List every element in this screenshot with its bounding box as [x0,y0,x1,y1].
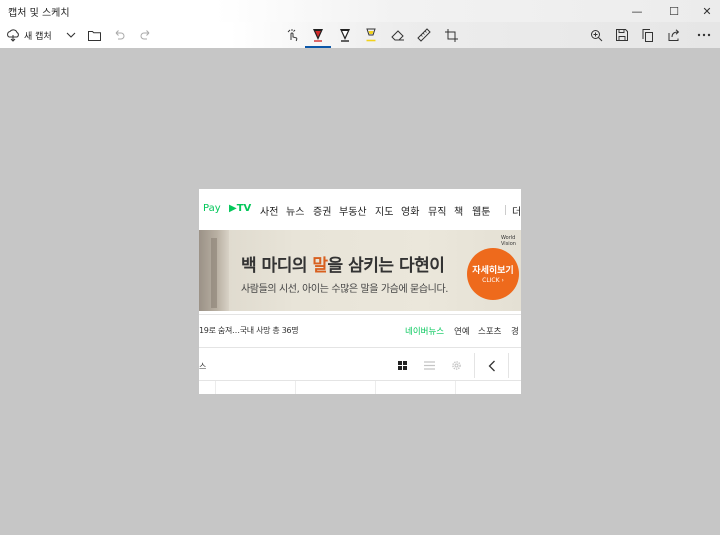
ballpoint-pen-icon [313,29,323,42]
eraser-icon [391,30,404,41]
new-capture-button[interactable]: 새 캡처 [6,22,66,48]
maximize-button[interactable]: ☐ [657,0,691,22]
nav-item-pay: Pay [203,203,221,214]
open-file-button[interactable] [85,22,103,48]
highlighter-icon [366,28,376,42]
nav-item-tv: ▶TV [229,203,252,214]
ballpoint-pen-button[interactable] [308,22,328,48]
more-icon [697,33,711,37]
naver-top-nav: Pay ▶TV 사전 뉴스 증권 부동산 지도 영화 뮤직 책 웹툰 더 [199,189,521,229]
tab-sports: 스포츠 [478,327,502,337]
save-icon [616,29,628,41]
more-options-button[interactable] [692,22,716,48]
news-ticker: 19로 숨져…국내 사망 총 36명 [199,326,299,335]
close-button[interactable]: ✕ [690,0,720,22]
divider [199,347,521,348]
new-capture-icon [7,29,19,42]
divider [508,353,509,378]
tab-naver-news: 네이버뉴스 [405,327,445,337]
divider [199,380,521,381]
ruler-button[interactable] [414,22,434,48]
touch-writing-button[interactable] [283,22,303,48]
chevron-down-icon [66,32,76,38]
divider [474,353,475,378]
nav-item-more: 더 [512,207,521,218]
save-button[interactable] [612,22,632,48]
redo-button[interactable] [137,22,155,48]
tab-economy: 경 [511,327,519,337]
minimize-button[interactable]: — [620,0,654,22]
folder-icon [87,30,101,41]
tab-entertainment: 연예 [454,327,470,337]
title-bar: 캡처 및 스케치 — ☐ ✕ [0,0,720,22]
nav-item-music: 뮤직 [428,207,447,218]
nav-separator [505,205,506,215]
ad-banner: World Vision 백 마디의 말을 삼키는 다현이 사람들의 시선, 아… [199,230,521,311]
nav-item-map: 지도 [375,207,394,218]
divider [199,314,521,315]
settings-icon [452,361,461,370]
nav-item-realestate: 부동산 [339,207,367,218]
nav-item-news: 뉴스 [286,207,305,218]
nav-item-book: 책 [454,207,464,218]
eraser-button[interactable] [388,22,408,48]
new-capture-label: 새 캡처 [24,31,52,42]
nav-item-webtoon: 웹툰 [472,207,491,218]
cta-click-label: CLICK › [482,277,504,284]
banner-subline: 사람들의 시선, 아이는 수많은 말을 가슴에 묻습니다. [241,284,449,295]
redo-icon [140,30,150,40]
grid-view-icon [398,361,407,370]
cta-label: 자세히보기 [472,266,514,276]
ruler-icon [417,28,431,42]
banner-headline: 백 마디의 말을 삼키는 다현이 [241,256,445,276]
grid-cell-divider [455,381,456,394]
zoom-icon [590,29,602,41]
highlighter-button[interactable] [361,22,381,48]
crop-icon [444,28,458,42]
undo-icon [115,30,125,40]
nav-item-movie: 영화 [401,207,420,218]
captured-screenshot[interactable]: Pay ▶TV 사전 뉴스 증권 부동산 지도 영화 뮤직 책 웹툰 더 Wor… [199,189,521,394]
nav-item-stocks: 증권 [313,207,332,218]
chevron-left-icon [488,360,495,372]
crop-button[interactable] [441,22,461,48]
new-capture-dropdown[interactable] [62,22,80,48]
pencil-button[interactable] [335,22,355,48]
list-view-icon [424,361,435,370]
toolbar: 새 캡처 [0,22,720,48]
share-button[interactable] [664,22,684,48]
banner-cta-button: 자세히보기 CLICK › [467,248,519,300]
nav-item-dictionary: 사전 [260,207,279,218]
copy-button[interactable] [638,22,658,48]
share-icon [668,29,679,41]
banner-photo-detail [211,238,217,308]
grid-cell-divider [215,381,216,394]
pencil-icon [340,29,350,42]
grid-cell-divider [375,381,376,394]
section-label: 스 [199,362,207,371]
undo-button[interactable] [110,22,128,48]
banner-brand-logo: World Vision [501,235,516,247]
grid-cell-divider [295,381,296,394]
copy-icon [642,28,653,42]
window-title: 캡처 및 스케치 [8,8,70,19]
snip-sketch-window: 캡처 및 스케치 — ☐ ✕ 새 캡처 Pay ▶TV 사전 뉴스 증권 부동산… [0,0,720,535]
zoom-button[interactable] [586,22,606,48]
touch-writing-icon [287,29,298,42]
